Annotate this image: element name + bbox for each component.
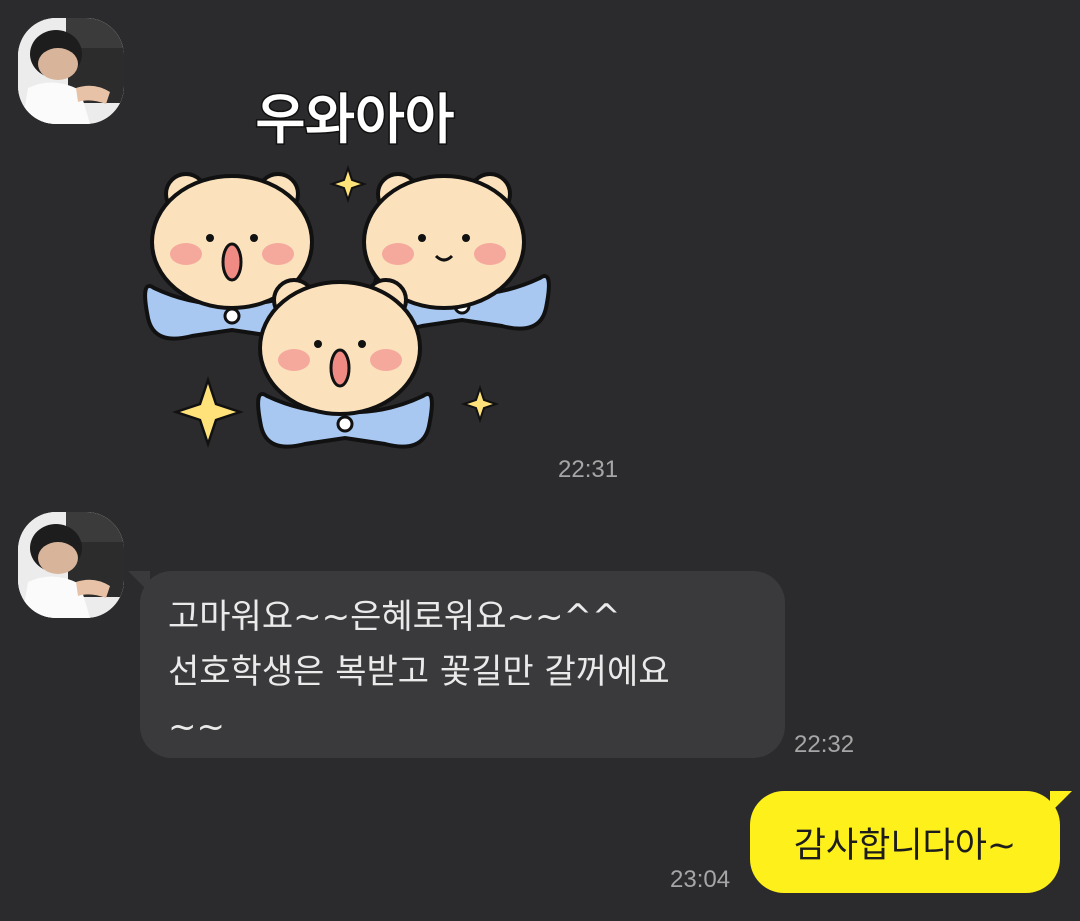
profile-photo-icon <box>18 18 124 124</box>
message-time: 22:32 <box>794 731 855 758</box>
bear-sticker-icon: 우와아아 <box>143 87 551 449</box>
sticker-text: 우와아아 <box>256 88 455 151</box>
message-line: 고마워요~~은혜로워요~~^^ <box>168 597 621 637</box>
message-line: 선호학생은 복받고 꽃길만 갈꺼에요 <box>168 652 670 692</box>
message-time: 22:31 <box>558 456 619 483</box>
message-time: 23:04 <box>670 866 731 893</box>
outgoing-message-bubble[interactable]: 감사합니다아~ <box>750 791 1072 893</box>
sender-avatar[interactable] <box>18 18 124 124</box>
sender-avatar[interactable] <box>18 512 124 618</box>
profile-photo-icon <box>18 512 124 618</box>
message-line: ~~ <box>168 707 225 747</box>
message-text: 감사합니다아~ <box>793 825 1017 866</box>
incoming-message-bubble[interactable]: 고마워요~~은혜로워요~~^^ 선호학생은 복받고 꽃길만 갈꺼에요 ~~ <box>128 571 785 758</box>
sticker-three-bears[interactable]: 우와아아 <box>140 80 570 475</box>
